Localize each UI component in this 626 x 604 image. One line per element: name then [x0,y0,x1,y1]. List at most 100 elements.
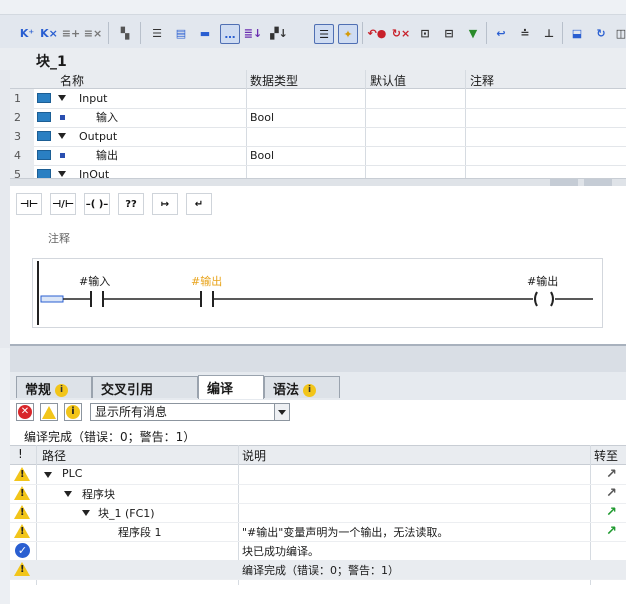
tag-type[interactable]: Bool [250,146,274,165]
contact-output-label[interactable]: #输出 [191,273,222,289]
col-name-header[interactable]: 名称 [60,72,84,89]
open-branch-icon[interactable]: ↦ [152,193,178,215]
tab-cross-reference[interactable]: 交叉引用 [92,376,198,398]
empty-box-icon[interactable]: ?? [118,193,144,215]
message-path: 块_1 (FC1) [98,507,155,520]
interface-row[interactable]: 1 Input [10,89,626,109]
message-row[interactable]: 编译完成（错误：0；警告：1） [10,560,626,580]
coil-output-label[interactable]: #输出 [527,273,558,289]
delete-row-icon[interactable]: ≡× [84,24,102,42]
col-comment-header[interactable]: 注释 [470,72,494,89]
message-row[interactable]: PLC ↗ [10,465,626,485]
tab-compile-label: 编译 [207,382,234,397]
filter-errors-button[interactable]: ✕ [16,403,34,421]
message-description: "#输出"变量声明为一个输出，无法读取。 [242,526,449,539]
tree-icon[interactable]: ⊥ [540,24,558,42]
tag-type[interactable]: Bool [250,108,274,127]
no-contact-icon[interactable]: ⊣⊢ [16,193,42,215]
ladder-instruction-bar: ⊣⊢ ⊣/⊢ –( )– ?? ↦ ↵ [10,186,626,225]
monitor-icon[interactable]: ⬓ [568,24,586,42]
modify-icon[interactable]: ↻× [392,24,410,42]
message-row[interactable]: ✓ 块已成功编译。 [10,541,626,561]
message-row[interactable]: 块_1 (FC1) ↗ [10,503,626,523]
col-desc-header[interactable]: 说明 [242,447,266,464]
interface-row[interactable]: 3 Output [10,127,626,147]
monitor-off-icon[interactable]: ↶● [368,24,387,42]
message-path: 程序块 [82,488,115,501]
col-goto-header[interactable]: 转至 [594,447,618,464]
favorites-icon[interactable]: ▚ [116,24,134,42]
tag-name[interactable]: Input [79,89,107,108]
interface-row[interactable]: 5 InOut [10,165,626,178]
inspector-splitter[interactable] [10,344,626,374]
tag-name[interactable]: Output [79,127,117,146]
row-number: 1 [10,89,34,108]
interface-row[interactable]: 4 输出 Bool [10,146,626,166]
col-type-header[interactable]: 数据类型 [250,72,298,89]
interface-header: 名称 数据类型 默认值 注释 [10,70,626,89]
col-default-header[interactable]: 默认值 [370,72,406,89]
success-check-icon: ✓ [15,543,30,558]
network-view-icon[interactable]: ▬ [196,24,214,42]
warning-icon [14,524,30,538]
tag-name[interactable]: InOut [79,165,109,178]
tag-name[interactable]: 输入 [96,108,118,127]
insert-row-icon[interactable]: ≡+ [62,24,80,42]
compare-icon[interactable]: ⊡ [416,24,434,42]
message-row[interactable]: 程序块 ↗ [10,484,626,504]
expand-icon[interactable] [58,171,66,177]
contact-input-label[interactable]: #输入 [79,273,110,289]
mnemonic-icon[interactable]: ▞↓ [270,24,288,42]
tab-compile[interactable]: 编译 [198,375,264,399]
download-icon[interactable]: ▼ [464,24,482,42]
row-number: 2 [10,108,34,127]
go-to-icon[interactable]: ↩ [492,24,510,42]
filter-warnings-button[interactable] [40,403,58,421]
interface-row[interactable]: 2 输入 Bool [10,108,626,128]
tab-syntax[interactable]: 语法 i [264,376,340,398]
coil-left[interactable] [534,291,538,307]
absolute-operand-icon[interactable]: ≣↓ [244,24,262,42]
refresh-icon[interactable]: ↻ [592,24,610,42]
insert-network-icon[interactable]: K⁺ [18,24,36,42]
warning-icon [14,467,30,481]
expand-icon[interactable] [58,133,66,139]
error-icon: ✕ [18,405,32,419]
list-view-icon[interactable]: ☰ [148,24,166,42]
jump-list-icon[interactable]: ≐ [516,24,534,42]
nc-contact-icon[interactable]: ⊣/⊢ [50,193,76,215]
tag-info-icon[interactable]: ✦ [338,24,358,44]
tag-name[interactable]: 输出 [96,146,118,165]
message-row[interactable]: 程序段 1 "#输出"变量声明为一个输出，无法读取。 ↗ [10,522,626,542]
chevron-down-icon[interactable] [274,404,289,420]
message-filter-select[interactable]: 显示所有消息 [90,403,290,421]
scroll-down-icon[interactable] [584,179,612,186]
col-path-header[interactable]: 路径 [42,447,66,464]
close-branch-icon[interactable]: ↵ [186,193,212,215]
window-icon[interactable]: ▤ [172,24,190,42]
more-icon[interactable]: ◫ [616,24,626,42]
goto-arrow-icon[interactable]: ↗ [606,486,617,501]
filter-info-button[interactable]: i [64,403,82,421]
col-bang-header[interactable]: ! [18,447,23,461]
clipboard-icon[interactable]: ⊟ [440,24,458,42]
expand-icon[interactable] [58,95,66,101]
delete-network-icon[interactable]: K× [40,24,58,42]
tab-general[interactable]: 常规 i [16,376,92,398]
expand-icon[interactable] [82,510,90,516]
goto-arrow-icon[interactable]: ↗ [606,467,617,482]
coil-right[interactable] [550,291,554,307]
goto-arrow-icon[interactable]: ↗ [606,524,617,539]
network-comment[interactable]: 注释 [48,230,70,246]
warning-icon [14,505,30,519]
goto-arrow-icon[interactable]: ↗ [606,505,617,520]
expand-icon[interactable] [64,491,72,497]
comment-toggle-icon[interactable]: … [220,24,240,44]
interface-tag-icon [37,112,51,122]
coil-icon[interactable]: –( )– [84,193,110,215]
display-icon[interactable]: ☰ [314,24,334,44]
network-1[interactable]: #输入 #输出 #输出 [32,258,603,328]
expand-icon[interactable] [44,472,52,478]
scroll-up-icon[interactable] [550,179,578,186]
rung-start-marker[interactable] [40,295,64,303]
